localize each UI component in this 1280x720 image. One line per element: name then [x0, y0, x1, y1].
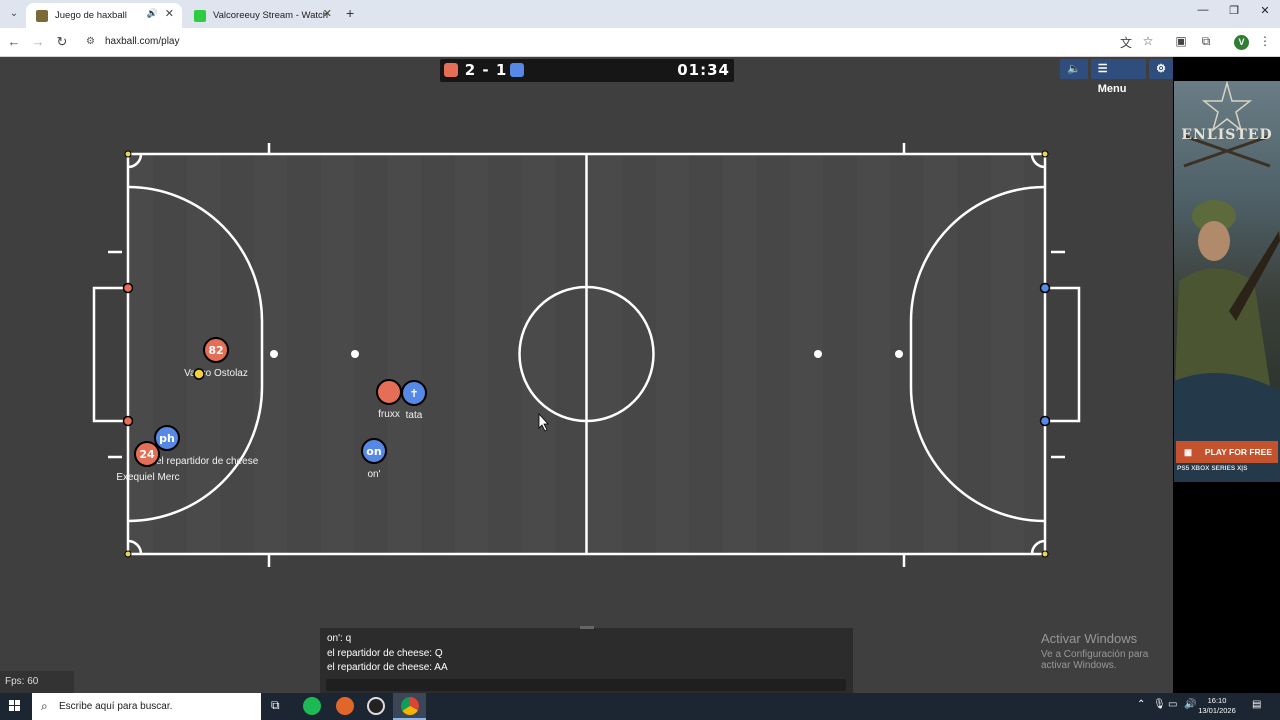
system-clock[interactable]: 16:10 13/01/2026: [1197, 696, 1237, 716]
left-goal: [92, 286, 128, 423]
svg-text:ph: ph: [159, 432, 175, 445]
clock-time: 16:10: [1207, 696, 1227, 705]
media-icon[interactable]: ▣: [1173, 34, 1189, 48]
tab-title: Valcoreeuy Stream - Watch Live: [213, 10, 329, 21]
svg-text:✝: ✝: [409, 387, 418, 400]
minimize-button[interactable]: —: [1193, 4, 1213, 16]
close-tab-icon[interactable]: ✕: [323, 7, 332, 20]
search-placeholder: Escribe aquí para buscar.: [59, 701, 173, 712]
chat-input[interactable]: [326, 679, 846, 691]
futsal-field: 82 Vasco Ostolaz fruxx ✝ tata on on' ph …: [92, 143, 1081, 567]
haxball-favicon-icon: [36, 9, 48, 22]
svg-text:on: on: [366, 445, 381, 458]
tray-chevron-icon[interactable]: ⌃: [1137, 699, 1145, 710]
match-timer: 01:34: [677, 61, 730, 79]
forward-arrow-icon[interactable]: →: [29, 34, 47, 49]
more-menu-icon[interactable]: ⋮: [1257, 34, 1273, 48]
new-tab-button[interactable]: +: [346, 5, 354, 21]
sound-button[interactable]: 🔈: [1060, 59, 1088, 79]
hamburger-icon: ☰: [1097, 63, 1108, 75]
search-icon: ⌕: [41, 699, 48, 713]
tab-valcoreeuy-stream[interactable]: Valcoreeuy Stream - Watch Live ✕: [184, 3, 340, 28]
taskbar-search[interactable]: ⌕ Escribe aquí para buscar.: [32, 693, 261, 720]
windows-activation-watermark: Activar Windows Ve a Configuración para …: [1041, 631, 1173, 671]
play-for-free-button[interactable]: ▦ PLAY FOR FREE: [1176, 441, 1278, 463]
watermark-subtitle: Ve a Configuración para activar Windows.: [1041, 649, 1149, 671]
player-fruxx: fruxx: [376, 379, 402, 420]
browser-tab-bar: ⌄ Juego de haxball 🔊 ✕ Valcoreeuy Stream…: [0, 0, 1280, 28]
profile-avatar[interactable]: V: [1234, 35, 1249, 50]
fps-counter: Fps: 60: [0, 671, 74, 693]
ad-logo: ENLISTED: [1181, 127, 1273, 143]
game-area[interactable]: 82 Vasco Ostolaz fruxx ✝ tata on on' ph …: [0, 57, 1173, 693]
close-tab-icon[interactable]: ✕: [165, 7, 174, 20]
windows-start-icon[interactable]: [9, 700, 21, 712]
player-name: fruxx: [378, 409, 400, 420]
notifications-icon[interactable]: ▤: [1252, 699, 1261, 710]
red-goal-post: [122, 415, 134, 427]
tab-haxball[interactable]: Juego de haxball 🔊 ✕: [26, 3, 182, 28]
menu-button[interactable]: ☰ Menu: [1090, 59, 1147, 95]
gear-icon: ⚙: [1156, 63, 1166, 75]
ad-artwork[interactable]: ENLISTED: [1174, 81, 1280, 482]
red-team-icon: [444, 63, 458, 77]
microphone-icon[interactable]: 🎙: [1153, 699, 1166, 710]
settings-button[interactable]: ⚙: [1149, 59, 1173, 79]
task-view-icon[interactable]: ⧉: [271, 698, 280, 713]
chat-resize-handle[interactable]: [580, 626, 594, 629]
score: 2 - 1: [464, 61, 508, 79]
advertisement-panel[interactable]: ENLISTED ▦ PLAY FOR FREE PS5 XBOX SERIES …: [1173, 57, 1280, 693]
cta-label: PLAY FOR FREE: [1204, 447, 1272, 457]
tab-title: Juego de haxball: [55, 10, 127, 21]
windows-icon: ▦: [1184, 447, 1193, 457]
translate-icon[interactable]: 文: [1118, 34, 1134, 51]
ball: [193, 368, 205, 380]
url-field[interactable]: haxball.com/play: [105, 36, 179, 47]
obs-icon[interactable]: [367, 697, 385, 715]
player-name: on': [367, 469, 380, 480]
chat-message: el repartidor de cheese: AA: [327, 662, 448, 673]
tab-search-chevron-icon[interactable]: ⌄: [4, 5, 24, 23]
site-info-icon[interactable]: ⚙: [86, 36, 95, 47]
spotify-icon[interactable]: [303, 697, 321, 715]
game-controls: 🔈 ☰ Menu ⚙: [1060, 59, 1173, 95]
back-arrow-icon[interactable]: ←: [5, 34, 23, 49]
blue-goal-post: [1039, 415, 1051, 427]
blue-team-icon: [510, 63, 524, 77]
player-name: tata: [406, 410, 423, 421]
restore-button[interactable]: ❐: [1224, 4, 1244, 17]
extensions-icon[interactable]: ⧉: [1198, 34, 1214, 49]
menu-label: Menu: [1097, 83, 1127, 95]
right-goal: [1045, 286, 1081, 423]
volume-icon[interactable]: 🔊: [1184, 699, 1196, 710]
red-goal-post: [122, 282, 134, 294]
windows-taskbar: ⌕ Escribe aquí para buscar. ⧉ ⌃ 🎙 ▭ 🔊 16…: [0, 693, 1280, 720]
player-name: Exequiel Merc: [116, 472, 179, 483]
clock-date: 13/01/2026: [1198, 706, 1236, 715]
chat-panel: on': q el repartidor de cheese: Q el rep…: [320, 626, 853, 693]
address-toolbar: ← → ↻ ⚙ haxball.com/play 文 ☆ ▣ ⧉ V ⋮: [0, 28, 1280, 57]
reload-icon[interactable]: ↻: [53, 34, 71, 50]
player-name: el repartidor de cheese: [156, 456, 259, 467]
chrome-icon[interactable]: [401, 697, 419, 715]
scoreboard: 2 - 1 01:34: [440, 59, 734, 82]
chat-message: on': q: [327, 633, 352, 644]
firefox-icon[interactable]: [336, 697, 354, 715]
bookmark-star-icon[interactable]: ☆: [1140, 34, 1156, 48]
kick-favicon-icon: [194, 9, 206, 22]
svg-text:24: 24: [139, 448, 155, 461]
chat-message: el repartidor de cheese: Q: [327, 647, 443, 659]
svg-text:82: 82: [208, 344, 223, 357]
close-window-button[interactable]: ✕: [1255, 4, 1275, 17]
watermark-title: Activar Windows: [1041, 631, 1138, 646]
network-icon[interactable]: ▭: [1168, 699, 1177, 710]
platform-logos: PS5 XBOX SERIES X|S: [1177, 465, 1248, 472]
blue-goal-post: [1039, 282, 1051, 294]
audio-playing-icon[interactable]: 🔊: [147, 8, 158, 19]
